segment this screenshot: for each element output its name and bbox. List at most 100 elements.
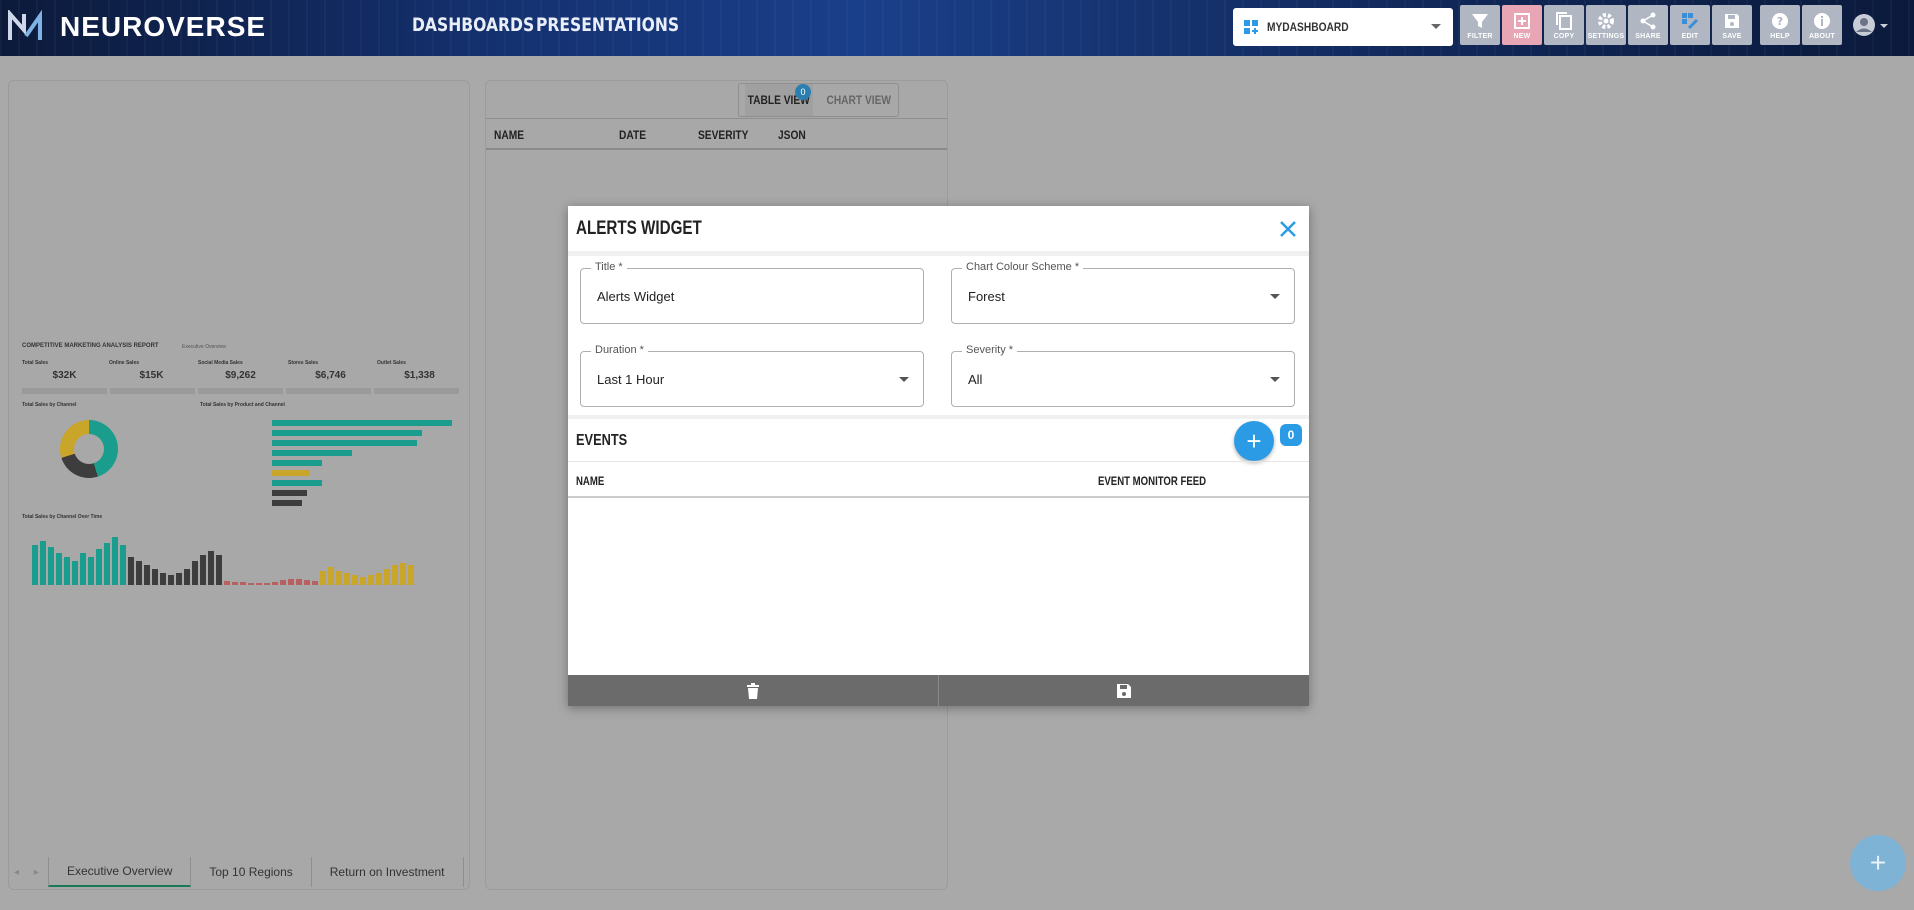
filter-icon [1472,13,1488,28]
edit-button[interactable]: EDIT [1670,5,1710,45]
copy-label: COPY [1553,32,1575,40]
save-icon [1117,683,1131,698]
copy-button[interactable]: COPY [1544,5,1584,45]
filter-label: FILTER [1467,32,1493,40]
settings-label: SETTINGS [1587,32,1625,40]
about-button[interactable]: ABOUT [1802,5,1842,45]
alerts-table-header: NAME DATE SEVERITY JSON [486,118,947,150]
kpi-label: Total Sales [22,360,49,366]
chevron-down-icon [1431,24,1441,29]
logo-icon [8,10,42,40]
dashboard-icon [1244,20,1258,34]
trash-icon [747,682,759,699]
help-label: HELP [1770,32,1790,40]
kpi-roi-strip [22,388,462,394]
toolbar: FILTER NEW COPY SETTINGS SHARE EDIT SAVE… [1460,5,1890,45]
svg-text:?: ? [1777,15,1783,28]
kpi-label: Social Media Sales [198,360,243,366]
hbar [272,500,302,506]
save-widget-button[interactable] [939,675,1309,706]
events-column-monitor-feed[interactable]: EVENT MONITOR FEED [1098,474,1206,488]
help-button[interactable]: ? HELP [1760,5,1800,45]
kpi-value: $1,338 [404,370,435,381]
report-title: COMPETITIVE MARKETING ANALYSIS REPORT [22,343,159,349]
tab-top-10-regions[interactable]: Top 10 Regions [191,857,312,887]
dialog-footer [568,675,1309,706]
duration-value: Last 1 Hour [597,372,665,387]
hbar [272,430,422,436]
close-icon[interactable] [1277,218,1299,240]
section-over-time: Total Sales by Channel Over Time [22,514,103,520]
save-icon [1725,13,1739,28]
divider [568,251,1309,256]
events-table-header: NAME EVENT MONITOR FEED [568,461,1309,498]
edit-icon [1682,12,1699,29]
events-column-name[interactable]: NAME [576,474,604,488]
tab-return-on-investment[interactable]: Return on Investment [312,857,464,887]
severity-value: All [968,372,983,387]
kpi-social-media-sales: Social Media Sales $9,262 [198,360,283,381]
kpi-label: Stores Sales [288,360,319,366]
tab-executive-overview[interactable]: Executive Overview [48,857,192,887]
kpi-label: Online Sales [109,360,140,366]
delete-button[interactable] [568,675,939,706]
new-icon [1514,12,1530,29]
section-by-channel: Total Sales by Channel [22,402,77,408]
hbar [272,450,352,456]
kpi-online-sales: Online Sales $15K [109,360,194,381]
hbar [272,490,307,496]
kpi-value: $32K [52,370,77,381]
column-json[interactable]: JSON [778,128,806,142]
chart-colour-scheme-select[interactable]: Chart Colour Scheme * Forest [951,261,1295,324]
chart-colour-value: Forest [968,289,1005,304]
nav-dashboards[interactable]: DASHBOARDS [412,14,534,36]
duration-select[interactable]: Duration * Last 1 Hour [580,344,924,407]
new-label: NEW [1513,32,1531,40]
hbar [272,420,452,426]
kpi-outlet-sales: Outlet Sales $1,338 [377,360,462,381]
about-label: ABOUT [1809,32,1835,40]
share-icon [1640,12,1656,29]
report-subtitle: Executive Overview [182,344,226,350]
new-button[interactable]: NEW [1502,5,1542,45]
chart-colour-label: Chart Colour Scheme * [962,261,1084,273]
share-button[interactable]: SHARE [1628,5,1668,45]
dashboard-select[interactable]: MYDASHBOARD [1233,8,1453,46]
events-count-badge: 0 [1280,424,1302,446]
nav-presentations[interactable]: PRESENTATIONS [536,14,679,36]
title-field-value: Alerts Widget [597,289,675,304]
share-label: SHARE [1635,32,1661,40]
column-severity[interactable]: SEVERITY [698,128,748,142]
settings-button[interactable]: SETTINGS [1586,5,1626,45]
column-date[interactable]: DATE [619,128,646,142]
filter-button[interactable]: FILTER [1460,5,1500,45]
add-widget-button[interactable]: + [1850,835,1906,891]
count-badge: 0 [795,84,811,100]
edit-label: EDIT [1681,32,1699,40]
user-menu-button[interactable] [1850,5,1890,45]
sheet-nav-arrows[interactable]: ◂ ▸ [8,867,48,878]
brand-name: NEUROVERSE [60,11,267,42]
report-thumbnail[interactable]: COMPETITIVE MARKETING ANALYSIS REPORT Ex… [12,260,462,590]
dashboard-select-value: MYDASHBOARD [1267,20,1349,34]
section-by-product: Total Sales by Product and Channel [200,402,285,408]
kpi-label: Outlet Sales [377,360,406,366]
view-toggle: TABLE VIEW CHART VIEW [738,83,899,117]
severity-select[interactable]: Severity * All [951,344,1295,407]
column-name[interactable]: NAME [494,128,524,142]
chevron-down-icon [899,377,909,382]
title-field-label: Title * [591,261,627,273]
duration-label: Duration * [591,344,648,356]
save-button[interactable]: SAVE [1712,5,1752,45]
title-field[interactable]: Title * Alerts Widget [580,261,924,324]
alerts-widget-dialog: ALERTS WIDGET Title * Alerts Widget Char… [568,206,1309,706]
chevron-down-icon [1270,377,1280,382]
chevron-down-icon [1270,294,1280,299]
save-label: SAVE [1722,32,1742,40]
kpi-total-sales: Total Sales $32K [22,360,107,381]
sheet-tabs: ◂ ▸ Executive Overview Top 10 Regions Re… [8,857,470,887]
add-event-button[interactable]: + [1234,421,1274,461]
chart-view-button[interactable]: CHART VIEW [824,84,892,116]
avatar-icon [1853,14,1888,36]
events-title: EVENTS [576,432,628,449]
